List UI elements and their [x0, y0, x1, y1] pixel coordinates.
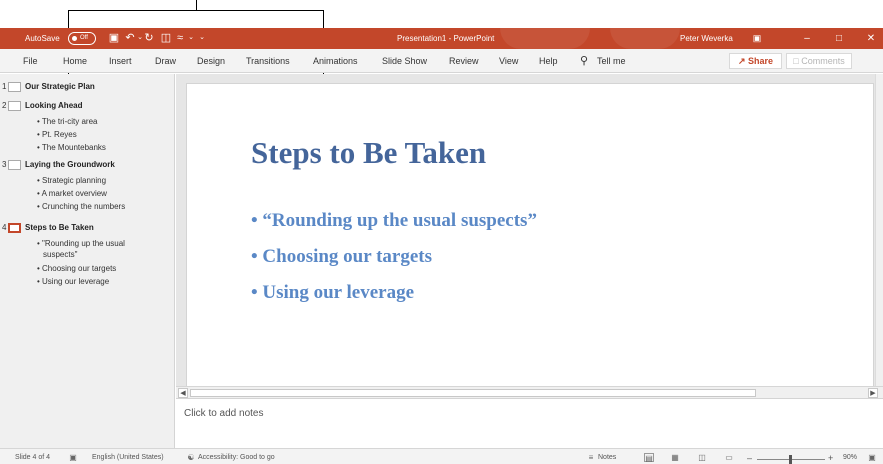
tab-transitions[interactable]: Transitions: [246, 49, 290, 73]
outline-bullet-text: The tri-city area: [41, 117, 98, 126]
outline-bullet-text: Using our leverage: [42, 277, 110, 286]
outline-title[interactable]: Laying the Groundwork: [25, 159, 115, 170]
search-icon[interactable]: ⚲: [580, 49, 588, 73]
accessibility-icon: ☯: [187, 453, 195, 462]
zoom-in-icon[interactable]: +: [828, 449, 833, 464]
scroll-thumb[interactable]: [190, 389, 756, 397]
tab-file[interactable]: File: [23, 49, 38, 73]
accessibility-status[interactable]: Accessibility: Good to go: [198, 449, 275, 464]
normal-view-icon[interactable]: ▤: [644, 453, 654, 463]
zoom-level[interactable]: 90%: [843, 449, 857, 464]
outline-bullet-text: suspects": [43, 250, 78, 259]
autosave-label: AutoSave: [25, 34, 60, 43]
outline-bullet-text: Choosing our targets: [42, 264, 117, 273]
zoom-out-icon[interactable]: –: [747, 449, 752, 464]
slide-bullet-text: “Rounding up the usual suspects”: [262, 210, 537, 231]
slide-icon: [8, 160, 21, 170]
share-icon: ↗: [737, 56, 749, 66]
outline-pane[interactable]: 1 Our Strategic Plan 2 Looking Ahead • T…: [0, 74, 175, 448]
outline-slide-2[interactable]: 2 Looking Ahead: [0, 100, 170, 112]
tab-design[interactable]: Design: [197, 49, 225, 73]
save-icon[interactable]: ▣: [108, 32, 120, 44]
outline-bullet-text: Strategic planning: [42, 176, 107, 185]
close-icon[interactable]: ✕: [859, 28, 883, 49]
comment-icon: □: [793, 56, 802, 66]
outline-bullet-text: "Rounding up the usual: [42, 239, 125, 248]
slide-counter: Slide 4 of 4: [15, 454, 51, 461]
outline-slide-3[interactable]: 3 Laying the Groundwork: [0, 159, 170, 171]
title-bar-decoration: [610, 28, 680, 49]
notes-toggle[interactable]: Notes: [598, 449, 616, 464]
notes-pane[interactable]: Click to add notes: [176, 398, 883, 448]
slide-icon-selected: [8, 223, 21, 233]
spelling-icon[interactable]: ▣: [68, 453, 78, 462]
ribbon-tabs: File Home Insert Draw Design Transitions…: [0, 49, 883, 73]
outline-bullet-text: The Mountebanks: [41, 143, 106, 152]
minimize-icon[interactable]: –: [795, 28, 819, 49]
outline-slide-4[interactable]: 4 Steps to Be Taken: [0, 222, 170, 234]
ribbon-display-icon[interactable]: ▣: [745, 28, 769, 49]
autosave-state: Off: [80, 35, 88, 41]
tab-home[interactable]: Home: [63, 49, 87, 73]
user-name[interactable]: Peter Weverka: [680, 28, 733, 49]
slide-bullet[interactable]: • Using our leverage: [251, 282, 414, 304]
tab-draw[interactable]: Draw: [155, 49, 176, 73]
status-bar: Slide 4 of 4 ▣ English (United States) ☯…: [0, 448, 883, 464]
tell-me-search[interactable]: Tell me: [597, 49, 626, 73]
language-status[interactable]: English (United States): [92, 449, 164, 464]
zoom-slider-thumb[interactable]: [789, 455, 792, 464]
slide-bullet-text: Choosing our targets: [262, 246, 433, 267]
outline-title[interactable]: Steps to Be Taken: [25, 222, 94, 233]
outline-title[interactable]: Our Strategic Plan: [25, 81, 95, 92]
redo-icon[interactable]: ↻: [143, 32, 155, 44]
notes-icon: ≡: [588, 453, 594, 462]
tab-help[interactable]: Help: [539, 49, 558, 73]
outline-bullet-text: Pt. Reyes: [42, 130, 77, 139]
fit-to-window-icon[interactable]: ▣: [867, 453, 877, 462]
slide-bullet-text: Using our leverage: [262, 282, 415, 303]
slide-editing-area: Steps to Be Taken • “Rounding up the usu…: [176, 74, 883, 398]
tab-review[interactable]: Review: [449, 49, 479, 73]
tab-slide-show[interactable]: Slide Show: [382, 49, 427, 73]
share-label: Share: [748, 56, 774, 66]
toggle-knob: [72, 36, 77, 41]
tab-insert[interactable]: Insert: [109, 49, 132, 73]
slide-icon: [8, 82, 21, 92]
outline-slide-1[interactable]: 1 Our Strategic Plan: [0, 81, 170, 93]
scroll-right-icon[interactable]: ▶: [868, 388, 878, 398]
scroll-left-icon[interactable]: ◀: [178, 388, 188, 398]
present-icon[interactable]: ◫: [160, 32, 172, 44]
horizontal-scrollbar[interactable]: ◀ ▶: [176, 386, 883, 398]
slide-bullet[interactable]: • Choosing our targets: [251, 246, 432, 268]
maximize-icon[interactable]: □: [827, 28, 851, 49]
slide-bullet[interactable]: • “Rounding up the usual suspects”: [251, 210, 537, 232]
autosave-toggle[interactable]: Off: [68, 32, 96, 45]
tab-view[interactable]: View: [499, 49, 518, 73]
vertical-scrollbar[interactable]: [875, 74, 883, 386]
comments-label: Comments: [801, 56, 845, 66]
reading-view-icon[interactable]: ◫: [697, 453, 707, 462]
comments-button[interactable]: □ Comments: [786, 53, 852, 69]
outline-title[interactable]: Looking Ahead: [25, 100, 82, 111]
slide-icon: [8, 101, 21, 111]
outline-bullet-text: Crunching the numbers: [42, 202, 126, 211]
notes-placeholder[interactable]: Click to add notes: [184, 408, 264, 419]
document-title: Presentation1 - PowerPoint: [397, 34, 495, 43]
slideshow-view-icon[interactable]: ▭: [724, 453, 734, 462]
tab-animations[interactable]: Animations: [313, 49, 358, 73]
slide-title[interactable]: Steps to Be Taken: [251, 135, 486, 171]
callout-line-top: [68, 10, 324, 11]
outline-bullet-text: A market overview: [41, 189, 107, 198]
title-bar: AutoSave Off ▣ ↶ ⌄ ↻ ◫ ≈ ⌄ ⌄ Presentatio…: [0, 28, 883, 49]
callout-line-stem: [196, 0, 197, 10]
customize-toolbar-icon[interactable]: ⌄: [196, 32, 208, 44]
slide-canvas[interactable]: Steps to Be Taken • “Rounding up the usu…: [186, 83, 874, 388]
share-button[interactable]: ↗ Share: [729, 53, 782, 69]
title-bar-decoration: [500, 28, 590, 49]
slide-sorter-icon[interactable]: ▦: [670, 453, 680, 462]
